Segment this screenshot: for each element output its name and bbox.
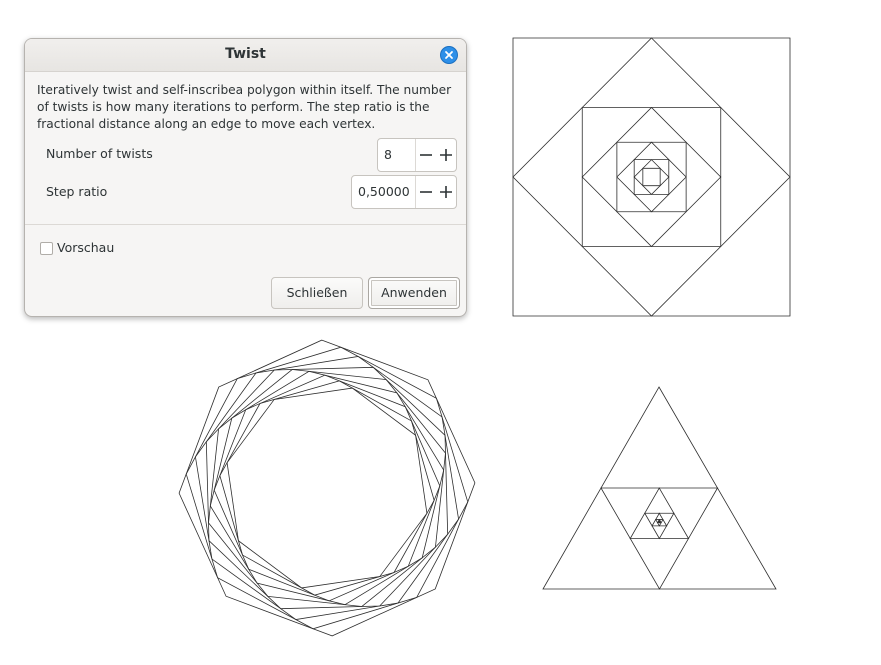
octagon-polygon-2 [195, 356, 459, 620]
square-polygon-2 [581, 107, 722, 247]
dialog-titlebar: Twist [25, 39, 466, 72]
square-polygon-1 [512, 37, 791, 317]
twists-label: Number of twists [46, 146, 153, 161]
twisted-octagon [178, 339, 476, 637]
octagon-polygon-7 [219, 380, 435, 596]
square-polygon-8 [642, 167, 661, 187]
apply-button[interactable]: Anwenden [368, 277, 460, 309]
dialog-title: Twist [225, 46, 266, 62]
close-icon[interactable] [440, 46, 458, 64]
dialog-description: Iteratively twist and self-inscribea pol… [37, 83, 452, 131]
twisted-square [512, 37, 791, 317]
preview-label[interactable]: Vorschau [57, 240, 114, 255]
square-polygon-7 [633, 159, 670, 195]
twists-spinbox: 8 [377, 138, 457, 172]
octagon-polygon-5 [209, 370, 445, 606]
step-ratio-spinbox: 0,50000 [351, 175, 457, 209]
twist-dialog: Twist Iteratively twist and self-inscrib… [24, 38, 467, 317]
octagon-polygon-3 [205, 366, 449, 610]
step-ratio-input[interactable]: 0,50000 [352, 176, 416, 208]
square-polygon-4 [616, 141, 687, 213]
octagon-polygon-8 [226, 387, 428, 589]
octagon-polygon-6 [213, 374, 441, 602]
square-polygon-3 [581, 106, 722, 248]
plus-icon[interactable] [436, 176, 456, 208]
twists-input[interactable]: 8 [378, 139, 416, 171]
octagon-polygon-1 [185, 346, 469, 630]
dialog-separator [25, 224, 466, 225]
minus-icon[interactable] [416, 139, 436, 171]
square-polygon-5 [616, 141, 687, 213]
preview-checkbox[interactable] [40, 242, 53, 255]
close-button[interactable]: Schließen [271, 277, 363, 309]
twisted-triangle [542, 386, 777, 590]
octagon-polygon-4 [208, 369, 446, 607]
minus-icon[interactable] [416, 176, 436, 208]
plus-icon[interactable] [436, 139, 456, 171]
step-ratio-label: Step ratio [46, 184, 108, 199]
square-polygon-0 [512, 37, 791, 317]
square-polygon-6 [633, 159, 670, 195]
triangle-polygon-8 [658, 520, 661, 523]
